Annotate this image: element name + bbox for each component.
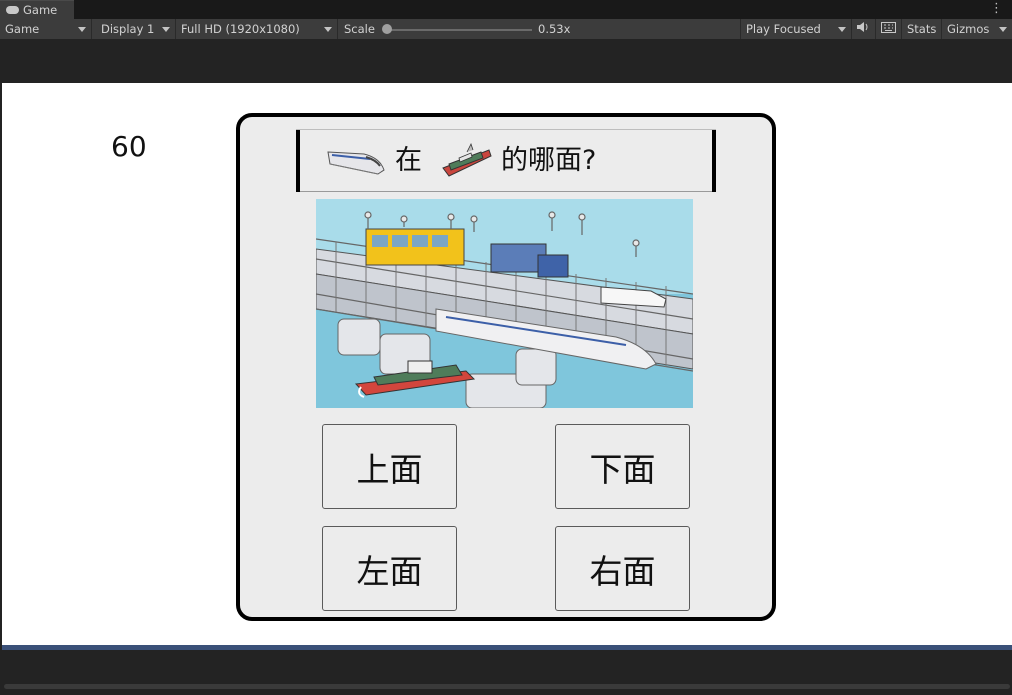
bullet-train-icon [327,151,385,175]
canvas-bottom-bar [2,645,1012,650]
view-select-label: Game [5,22,40,36]
mute-audio-button[interactable] [852,19,876,39]
chevron-down-icon [999,27,1007,32]
speaker-icon [857,22,868,32]
scale-slider-handle[interactable] [382,24,392,34]
more-options-icon[interactable]: ⋮ [990,2,1003,15]
scale-value: 0.53x [538,22,571,36]
tab-game-label: Game [23,3,58,17]
horizontal-scrollbar[interactable] [4,684,1010,689]
scale-slider-track[interactable] [386,29,532,31]
play-mode-label: Play Focused [746,22,821,36]
gizmos-label: Gizmos [947,22,990,36]
editor-tabbar: Game ⋮ [0,0,1012,19]
view-select[interactable]: Game [0,19,92,39]
question-word-in: 在 [395,145,422,176]
chevron-down-icon [162,27,170,32]
resolution-select-label: Full HD (1920x1080) [181,22,300,36]
display-select-label: Display 1 [101,22,155,36]
gamepad-icon [6,6,19,14]
chevron-down-icon [324,27,332,32]
keyboard-icon [881,22,896,33]
countdown-timer: 60 [111,130,147,163]
resolution-select[interactable]: Full HD (1920x1080) [176,19,338,39]
ship-icon [442,142,492,177]
stats-button[interactable]: Stats [902,19,942,39]
shortcuts-button[interactable] [876,19,902,39]
question-word-where: 的哪面? [501,145,597,176]
game-view-toolbar: Game Display 1 Full HD (1920x1080) Scale… [0,19,1012,40]
bridge-scene-image [316,199,693,408]
chevron-down-icon [78,27,86,32]
answer-button-left[interactable]: 左面 [322,526,457,611]
question-bar: 在 的哪面? [296,129,716,192]
answer-button-above[interactable]: 上面 [322,424,457,509]
answer-button-right[interactable]: 右面 [555,526,690,611]
answer-button-below[interactable]: 下面 [555,424,690,509]
display-select[interactable]: Display 1 [96,19,176,39]
tab-game[interactable]: Game [0,0,74,19]
chevron-down-icon [838,27,846,32]
play-mode-select[interactable]: Play Focused [740,19,852,39]
gizmos-select[interactable]: Gizmos [942,19,1012,39]
